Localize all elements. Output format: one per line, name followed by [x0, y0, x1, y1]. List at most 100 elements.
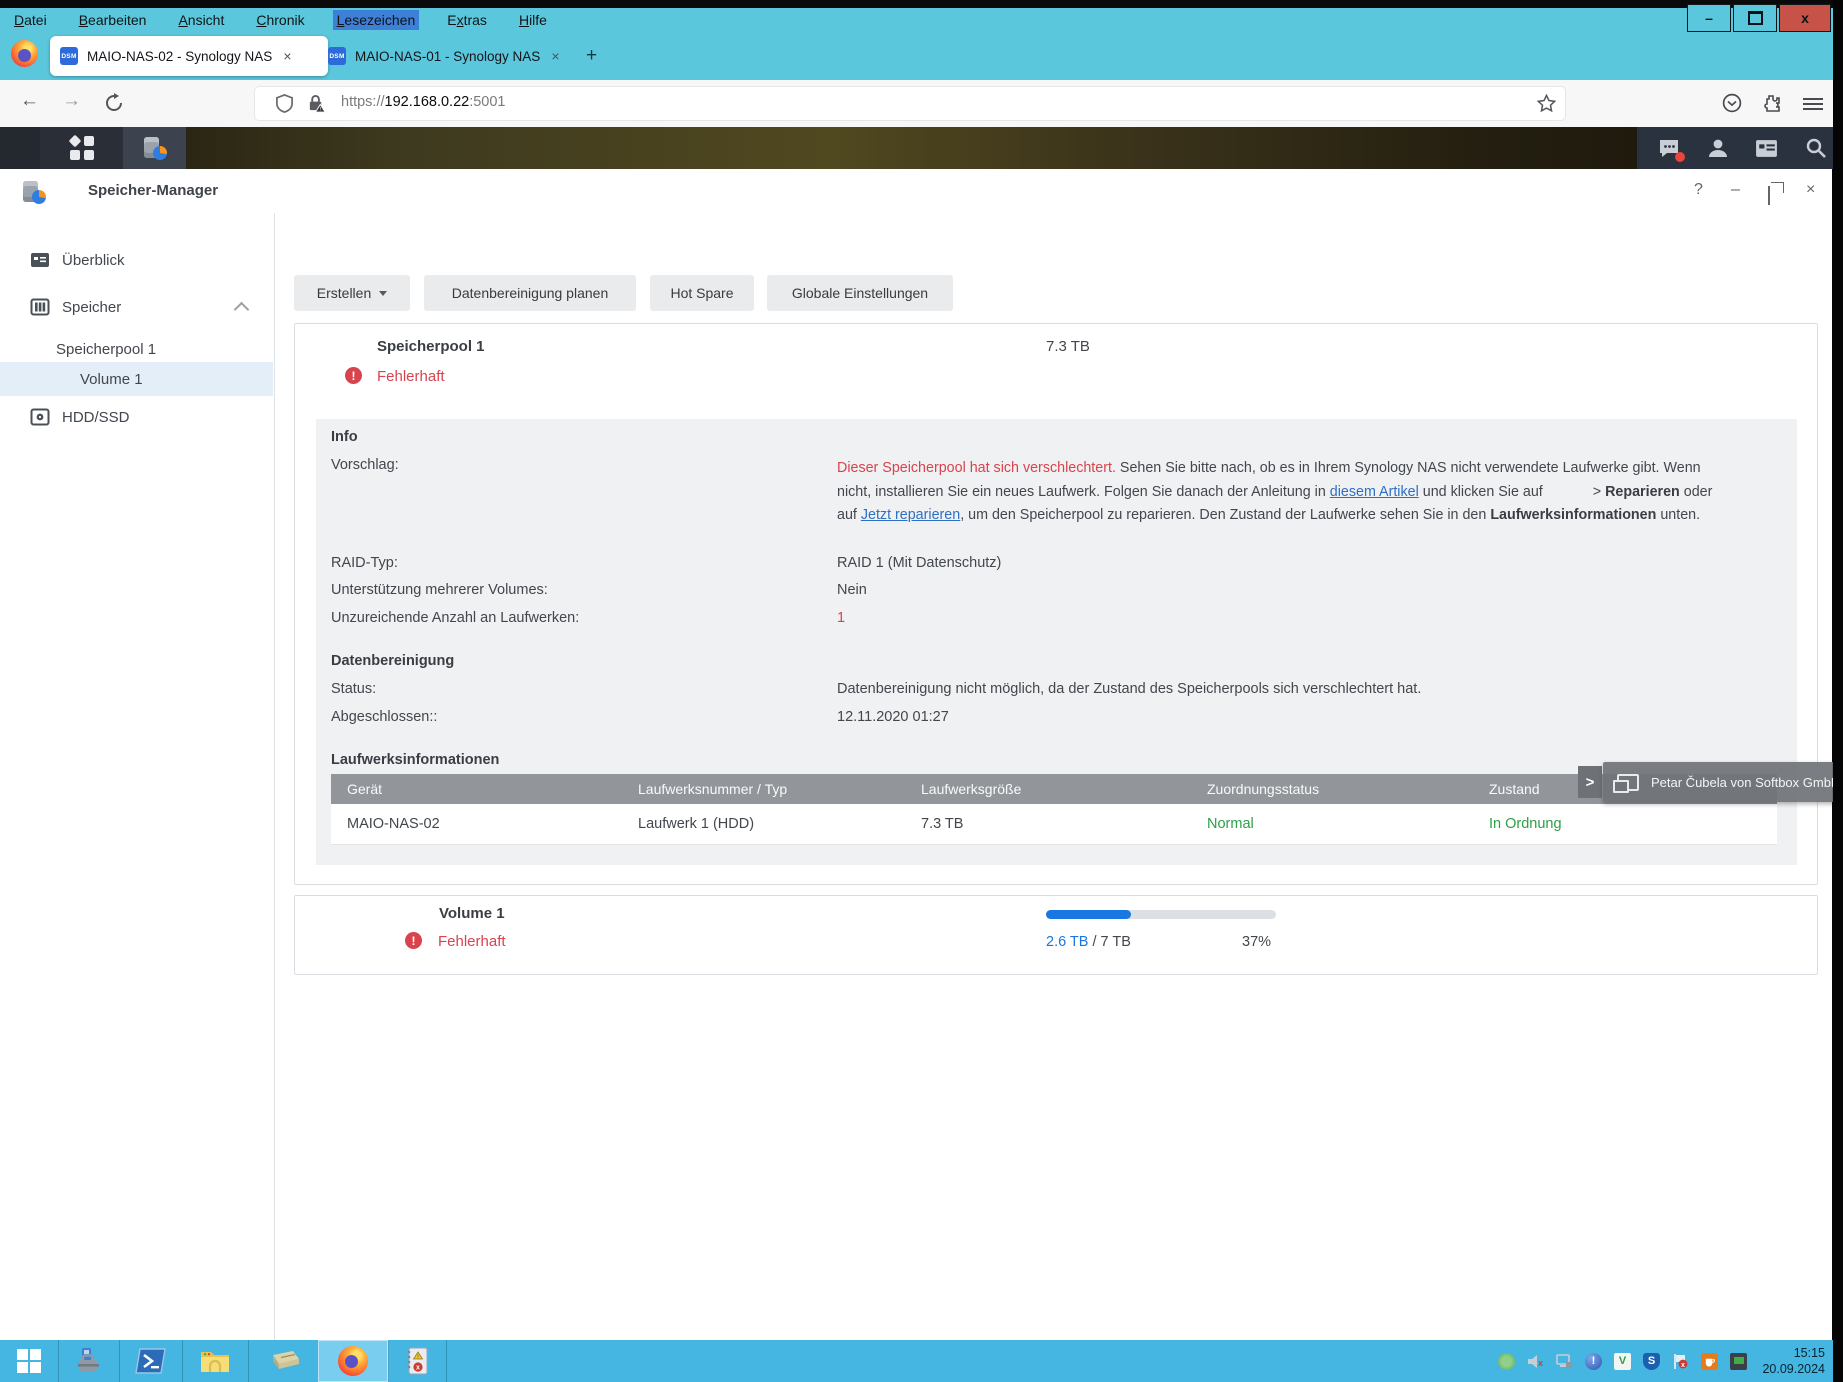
menu-hilfe[interactable]: Hilfe: [515, 10, 551, 30]
sidebar-item-hdd-ssd[interactable]: HDD/SSD: [0, 400, 273, 434]
menu-chronik[interactable]: Chronik: [252, 10, 308, 30]
volume-card[interactable]: Volume 1 ! Fehlerhaft 2.6 TB / 7 TB 37%: [294, 895, 1818, 975]
tray-action-flag-icon[interactable]: x: [1672, 1353, 1689, 1370]
tray-checklist-icon[interactable]: V: [1614, 1353, 1631, 1370]
user-account-icon[interactable]: [1705, 135, 1731, 161]
tray-s-shield-icon[interactable]: S: [1643, 1353, 1660, 1370]
drive-table-row[interactable]: MAIO-NAS-02 Laufwerk 1 (HDD) 7.3 TB Norm…: [331, 804, 1777, 845]
storage-pool-card[interactable]: Speicherpool 1 7.3 TB ! Fehlerhaft Info …: [294, 323, 1818, 885]
dsm-storage-manager-task-button[interactable]: [123, 127, 186, 169]
svg-text:x: x: [1681, 1361, 1685, 1368]
pool-status: Fehlerhaft: [377, 368, 445, 385]
error-badge-icon: !: [345, 367, 362, 384]
browser-addressbar: ← → ! https://192.168.0.22:5001: [0, 80, 1843, 128]
app-close-button[interactable]: ×: [1806, 181, 1815, 199]
browser-tabbar: DSM MAIO-NAS-02 - Synology NAS × DSM MAI…: [0, 32, 1843, 80]
volume-usage-bar-fill: [1046, 910, 1131, 919]
chevron-up-icon[interactable]: [234, 302, 250, 318]
menu-hamburger-icon[interactable]: [1803, 95, 1823, 113]
tab-close-icon[interactable]: ×: [283, 48, 291, 64]
app-restore-button[interactable]: [1768, 187, 1770, 205]
taskbar-firefox-button[interactable]: [318, 1340, 389, 1382]
start-button[interactable]: [0, 1340, 59, 1382]
app-titlebar[interactable]: Speicher-Manager ? – ×: [0, 169, 1832, 213]
taskbar-explorer-button[interactable]: [182, 1340, 249, 1382]
widgets-panel-icon[interactable]: [1754, 135, 1780, 161]
menu-datei[interactable]: Datei: [10, 10, 51, 30]
browser-tab-inactive[interactable]: DSM MAIO-NAS-01 - Synology NAS ×: [318, 36, 586, 76]
tray-remote-screen-icon[interactable]: [1730, 1353, 1747, 1370]
browser-menubar: Datei Bearbeiten Ansicht Chronik Lesezei…: [0, 8, 1843, 32]
volume-usage-bar: [1046, 910, 1276, 919]
app-minimize-button[interactable]: –: [1731, 181, 1740, 199]
lock-security-icon[interactable]: !: [307, 94, 326, 113]
pool-title: Speicherpool 1: [377, 338, 485, 355]
pocket-icon[interactable]: [1722, 93, 1742, 113]
dsm-main-menu-button[interactable]: [40, 127, 123, 169]
firefox-taskbar-icon: [338, 1346, 368, 1376]
browser-tab-active[interactable]: DSM MAIO-NAS-02 - Synology NAS ×: [50, 36, 328, 76]
tray-volume-muted-icon[interactable]: x: [1527, 1353, 1544, 1370]
caret-down-icon: [379, 291, 387, 296]
col-zuordnungsstatus: Zuordnungsstatus: [1207, 781, 1319, 797]
insufficient-drives-value: 1: [837, 610, 845, 626]
menu-lesezeichen[interactable]: Lesezeichen: [333, 10, 420, 30]
scanner-device-icon: [265, 1349, 301, 1373]
error-badge-icon: !: [405, 932, 422, 949]
tab-close-icon[interactable]: ×: [551, 48, 559, 64]
taskbar-server-manager-button[interactable]: [58, 1340, 120, 1382]
sidebar-item-ueberblick[interactable]: Überblick: [0, 243, 273, 277]
url-input[interactable]: ! https://192.168.0.22:5001: [255, 87, 1565, 120]
window-minimize-button[interactable]: –: [1687, 4, 1731, 32]
server-manager-icon: [74, 1347, 104, 1375]
taskbar-powershell-button[interactable]: [119, 1340, 183, 1382]
reload-icon[interactable]: [104, 93, 124, 113]
powershell-icon: [135, 1348, 167, 1374]
erstellen-button[interactable]: Erstellen: [294, 275, 410, 311]
extensions-puzzle-icon[interactable]: [1762, 93, 1782, 113]
sidebar-item-volume-1[interactable]: Volume 1: [0, 362, 273, 396]
new-tab-button[interactable]: +: [586, 46, 597, 65]
menu-extras[interactable]: Extras: [443, 10, 491, 30]
app-help-button[interactable]: ?: [1694, 181, 1703, 199]
restore-icon: [1748, 11, 1763, 25]
window-restore-button[interactable]: [1733, 4, 1777, 32]
bookmark-star-icon[interactable]: [1537, 94, 1556, 113]
overview-icon: [30, 250, 50, 270]
svg-text:x: x: [1538, 1358, 1543, 1368]
windows-logo-icon: [17, 1349, 41, 1373]
tab-title: MAIO-NAS-01 - Synology NAS: [355, 49, 540, 64]
back-icon[interactable]: ←: [20, 90, 39, 112]
tab-title: MAIO-NAS-02 - Synology NAS: [87, 49, 272, 64]
window-top-frame: [0, 0, 1843, 8]
menu-bearbeiten[interactable]: Bearbeiten: [75, 10, 151, 30]
multi-volume-value: Nein: [837, 582, 867, 598]
system-tray: x ! V S x: [1498, 1340, 1747, 1382]
notifications-chat-icon[interactable]: [1656, 135, 1682, 161]
datenbereinigung-planen-button[interactable]: Datenbereinigung planen: [424, 275, 636, 311]
search-icon[interactable]: [1803, 135, 1829, 161]
globale-einstellungen-button[interactable]: Globale Einstellungen: [767, 275, 953, 311]
hot-spare-button[interactable]: Hot Spare: [650, 275, 754, 311]
sidebar-item-speicher[interactable]: Speicher: [0, 290, 273, 324]
tray-network-icon[interactable]: [1556, 1353, 1573, 1370]
window-close-button[interactable]: x: [1779, 4, 1831, 32]
screen-cast-icon: [1617, 774, 1639, 791]
tray-alert-icon[interactable]: !: [1585, 1353, 1602, 1370]
taskbar-clock[interactable]: 15:15 20.09.2024: [1762, 1345, 1825, 1377]
taskbar-notebook-button[interactable]: ! x: [388, 1340, 447, 1382]
row-expand-arrow-button[interactable]: >: [1578, 766, 1602, 798]
drive-number-type: Laufwerk 1 (HDD): [638, 816, 754, 832]
firefox-logo-icon[interactable]: [11, 40, 38, 67]
tracking-shield-icon[interactable]: [275, 94, 294, 113]
forward-icon[interactable]: →: [62, 90, 81, 112]
menu-ansicht[interactable]: Ansicht: [174, 10, 228, 30]
scrubbing-heading: Datenbereinigung: [331, 653, 454, 669]
col-laufwerksnummer: Laufwerksnummer / Typ: [638, 781, 787, 797]
window-controls: – x: [1687, 4, 1831, 32]
taskbar-scanner-button[interactable]: [248, 1340, 319, 1382]
tray-green-status-icon[interactable]: [1498, 1353, 1515, 1370]
tray-java-icon[interactable]: [1701, 1353, 1718, 1370]
sidebar-item-speicherpool-1[interactable]: Speicherpool 1: [0, 334, 273, 364]
volume-used[interactable]: 2.6 TB: [1046, 934, 1088, 950]
